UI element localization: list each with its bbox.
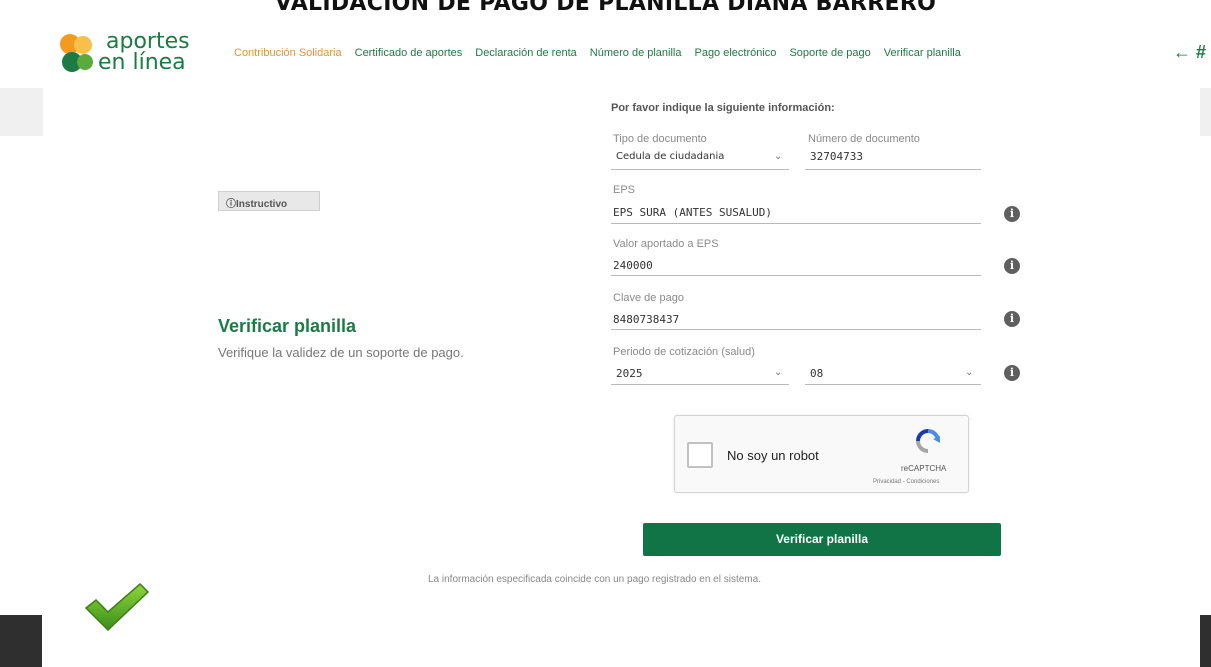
periodo-info-icon[interactable]: i <box>1004 365 1020 381</box>
clave-pago-label: Clave de pago <box>613 292 684 304</box>
periodo-month-underline <box>805 384 981 385</box>
eps-underline <box>611 223 981 224</box>
chevron-down-icon: ⌄ <box>774 367 783 378</box>
eps-input[interactable]: EPS SURA (ANTES SUSALUD) <box>613 206 772 219</box>
page-subtitle: Verifique la validez de un soporte de pa… <box>218 345 464 360</box>
nav-pago-electronico[interactable]: Pago electrónico <box>694 47 776 59</box>
numero-documento-label: Número de documento <box>808 133 920 145</box>
tipo-documento-select[interactable]: Cedula de ciudadania <box>616 151 724 162</box>
back-arrow-icon[interactable]: ← # <box>1173 42 1206 63</box>
page-title: Verificar planilla <box>218 316 357 336</box>
logo-dot-lightgreen <box>77 54 93 70</box>
site-header: aportes en línea Contribución Solidaria … <box>0 22 1211 88</box>
nav-numero-planilla[interactable]: Número de planilla <box>590 47 682 59</box>
valor-aportado-underline <box>611 275 981 276</box>
valor-aportado-label: Valor aportado a EPS <box>613 238 719 250</box>
logo-dot-yellow <box>74 36 92 54</box>
nav-soporte-pago[interactable]: Soporte de pago <box>789 47 870 59</box>
recaptcha-brand: reCAPTCHA <box>901 464 947 473</box>
nav-declaracion-renta[interactable]: Declaración de renta <box>475 47 577 59</box>
success-checkmark-icon <box>84 582 150 632</box>
recaptcha-label: No soy un robot <box>727 448 819 463</box>
chevron-down-icon: ⌄ <box>774 151 783 162</box>
recaptcha-icon <box>916 429 940 453</box>
periodo-year-underline <box>611 384 789 385</box>
nav-verificar-planilla[interactable]: Verificar planilla <box>884 47 961 59</box>
valor-aportado-input[interactable]: 240000 <box>613 259 653 272</box>
form-heading: Por favor indique la siguiente informaci… <box>611 102 835 114</box>
result-message: La información especificada coincide con… <box>428 574 761 585</box>
nav-contribucion-solidaria[interactable]: Contribución Solidaria <box>234 47 342 59</box>
main-nav: Contribución Solidaria Certificado de ap… <box>234 47 974 59</box>
instructivo-button[interactable]: ⓘInstructivo <box>218 191 320 211</box>
verify-planilla-button[interactable]: Verificar planilla <box>643 523 1001 556</box>
periodo-month-select[interactable]: 08 <box>810 367 823 380</box>
page-caption: VALIDACIÓN DE PAGO DE PLANILLA DIANA BAR… <box>274 0 937 16</box>
chevron-down-icon: ⌄ <box>965 367 974 378</box>
footer-band-left <box>0 615 42 667</box>
valor-aportado-info-icon[interactable]: i <box>1004 258 1020 274</box>
footer-band-right <box>1200 615 1211 667</box>
tipo-documento-underline <box>611 169 789 170</box>
clave-pago-input[interactable]: 8480738437 <box>613 313 679 326</box>
recaptcha-checkbox[interactable] <box>687 442 713 468</box>
recaptcha-widget: No soy un robot reCAPTCHA Privacidad - C… <box>674 415 969 493</box>
numero-documento-underline <box>805 169 981 170</box>
numero-documento-input[interactable]: 32704733 <box>810 150 863 163</box>
clave-pago-underline <box>611 329 981 330</box>
periodo-label: Periodo de cotización (salud) <box>613 346 755 358</box>
periodo-year-select[interactable]: 2025 <box>616 367 643 380</box>
clave-pago-info-icon[interactable]: i <box>1004 311 1020 327</box>
brand-logo[interactable]: aportes en línea <box>60 30 190 78</box>
eps-label: EPS <box>613 184 636 196</box>
logo-text-line2: en línea <box>98 50 186 75</box>
tipo-documento-label: Tipo de documento <box>613 133 707 145</box>
recaptcha-links[interactable]: Privacidad - Condiciones <box>873 479 939 485</box>
nav-certificado-aportes[interactable]: Certificado de aportes <box>355 47 463 59</box>
info-circle-icon: ⓘ <box>226 199 236 210</box>
eps-info-icon[interactable]: i <box>1004 206 1020 222</box>
instructivo-label: Instructivo <box>236 199 288 210</box>
